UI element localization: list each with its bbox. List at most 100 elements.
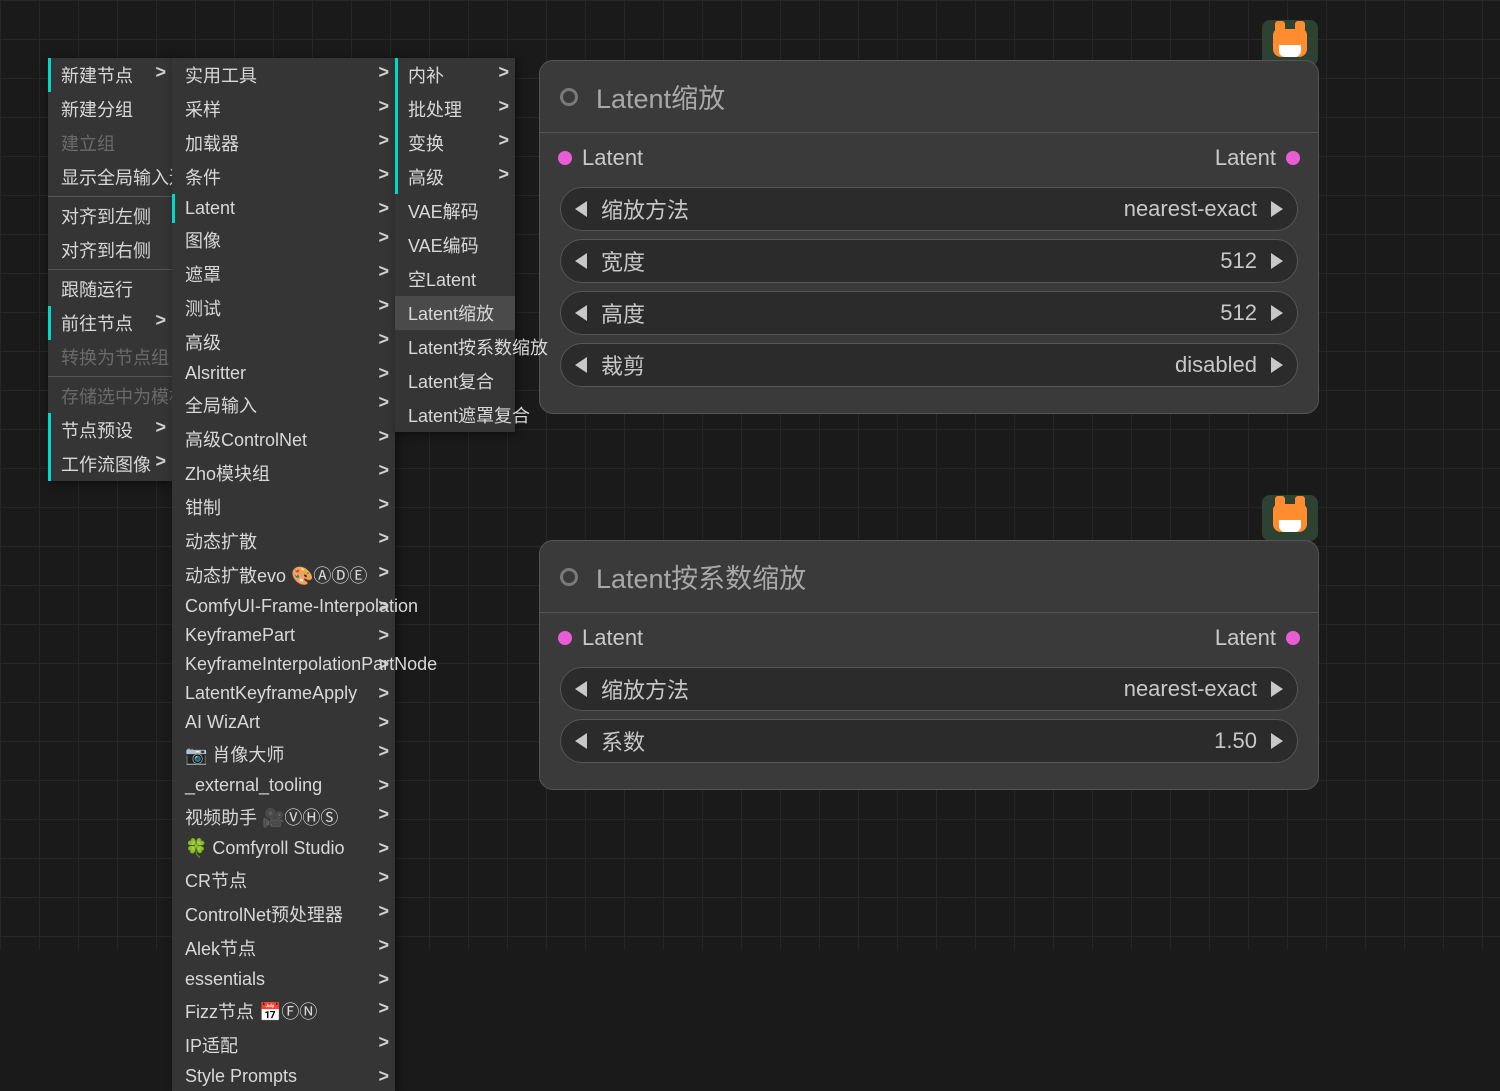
- widget-value: 512: [1220, 300, 1257, 326]
- node-header[interactable]: Latent按系数缩放: [540, 541, 1318, 613]
- chevron-left-icon[interactable]: [575, 253, 587, 269]
- chevron-left-icon[interactable]: [575, 733, 587, 749]
- menu-item[interactable]: KeyframePart: [172, 621, 395, 650]
- menu-item[interactable]: 动态扩散evo 🎨ⒶⒹⒺ: [172, 558, 395, 592]
- menu-item[interactable]: AI WizArt: [172, 708, 395, 737]
- chevron-right-icon[interactable]: [1271, 305, 1283, 321]
- collapse-dot-icon[interactable]: [560, 88, 578, 106]
- widget-label: 缩放方法: [601, 193, 689, 225]
- menu-item[interactable]: 测试: [172, 291, 395, 325]
- widget-value: 1.50: [1214, 728, 1257, 754]
- menu-item[interactable]: Latent缩放: [395, 296, 515, 330]
- menu-item[interactable]: Alsritter: [172, 359, 395, 388]
- separator: [48, 376, 172, 377]
- menu-item[interactable]: Latent按系数缩放: [395, 330, 515, 364]
- menu-item[interactable]: 钳制: [172, 490, 395, 524]
- widget-缩放方法[interactable]: 缩放方法 nearest-exact: [560, 667, 1298, 711]
- widget-label: 裁剪: [601, 349, 645, 381]
- widget-value: nearest-exact: [1124, 676, 1257, 702]
- menu-item[interactable]: KeyframeInterpolationPartNode: [172, 650, 395, 679]
- menu-item[interactable]: Latent遮罩复合: [395, 398, 515, 432]
- menu-item[interactable]: IP适配: [172, 1028, 395, 1062]
- menu-item[interactable]: 高级ControlNet: [172, 422, 395, 456]
- chevron-left-icon[interactable]: [575, 681, 587, 697]
- menu-item[interactable]: 遮罩: [172, 257, 395, 291]
- menu-item[interactable]: 全局输入: [172, 388, 395, 422]
- menu-item[interactable]: 高级: [395, 160, 515, 194]
- menu-item[interactable]: LatentKeyframeApply: [172, 679, 395, 708]
- node-latent-scale-by[interactable]: Latent按系数缩放 Latent Latent 缩放方法 nearest-ex…: [539, 540, 1319, 790]
- menu-item[interactable]: 批处理: [395, 92, 515, 126]
- menu-item: 建立组: [48, 126, 172, 160]
- chevron-right-icon[interactable]: [1271, 253, 1283, 269]
- chevron-right-icon[interactable]: [1271, 733, 1283, 749]
- widget-value: 512: [1220, 248, 1257, 274]
- menu-item[interactable]: 实用工具: [172, 58, 395, 92]
- menu-item[interactable]: CR节点: [172, 863, 395, 897]
- menu-item[interactable]: essentials: [172, 965, 395, 994]
- context-menu-2[interactable]: 实用工具采样加载器条件Latent图像遮罩测试高级Alsritter全局输入高级…: [172, 58, 395, 1091]
- input-port-latent[interactable]: Latent: [558, 625, 643, 651]
- node-title: Latent按系数缩放: [596, 557, 806, 596]
- menu-item[interactable]: 前往节点: [48, 306, 172, 340]
- collapse-dot-icon[interactable]: [560, 568, 578, 586]
- widget-宽度[interactable]: 宽度512: [560, 239, 1298, 283]
- menu-item: 存储选中为模板: [48, 379, 172, 413]
- menu-item[interactable]: 📷 肖像大师: [172, 737, 395, 771]
- context-menu-1[interactable]: 新建节点新建分组建立组显示全局输入连线对齐到左侧对齐到右侧跟随运行前往节点转换为…: [48, 58, 172, 481]
- chevron-right-icon[interactable]: [1271, 201, 1283, 217]
- widget-裁剪[interactable]: 裁剪 disabled: [560, 343, 1298, 387]
- menu-item[interactable]: 新建分组: [48, 92, 172, 126]
- separator: [48, 196, 172, 197]
- menu-item[interactable]: VAE编码: [395, 228, 515, 262]
- node-latent-scale[interactable]: Latent缩放 Latent Latent 缩放方法 nearest-exact…: [539, 60, 1319, 414]
- menu-item[interactable]: 高级: [172, 325, 395, 359]
- menu-item[interactable]: 🍀 Comfyroll Studio: [172, 834, 395, 863]
- widget-value: nearest-exact: [1124, 196, 1257, 222]
- menu-item[interactable]: 采样: [172, 92, 395, 126]
- menu-item: 转换为节点组: [48, 340, 172, 374]
- widget-label: 缩放方法: [601, 673, 689, 705]
- menu-item[interactable]: Latent复合: [395, 364, 515, 398]
- widget-系数[interactable]: 系数1.50: [560, 719, 1298, 763]
- menu-item[interactable]: 加载器: [172, 126, 395, 160]
- chevron-right-icon[interactable]: [1271, 681, 1283, 697]
- menu-item[interactable]: 工作流图像: [48, 447, 172, 481]
- menu-item[interactable]: 新建节点: [48, 58, 172, 92]
- menu-item[interactable]: Zho模块组: [172, 456, 395, 490]
- menu-item[interactable]: 图像: [172, 223, 395, 257]
- chevron-left-icon[interactable]: [575, 357, 587, 373]
- menu-item[interactable]: _external_tooling: [172, 771, 395, 800]
- output-port-latent[interactable]: Latent: [1215, 625, 1300, 651]
- fox-icon: [1262, 495, 1318, 541]
- chevron-right-icon[interactable]: [1271, 357, 1283, 373]
- menu-item[interactable]: VAE解码: [395, 194, 515, 228]
- menu-item[interactable]: Latent: [172, 194, 395, 223]
- node-header[interactable]: Latent缩放: [540, 61, 1318, 133]
- menu-item[interactable]: 对齐到左侧: [48, 199, 172, 233]
- menu-item[interactable]: 动态扩散: [172, 524, 395, 558]
- menu-item[interactable]: 视频助手 🎥ⓋⒽⓈ: [172, 800, 395, 834]
- menu-item[interactable]: 节点预设: [48, 413, 172, 447]
- menu-item[interactable]: 显示全局输入连线: [48, 160, 172, 194]
- widget-高度[interactable]: 高度 512: [560, 291, 1298, 335]
- chevron-left-icon[interactable]: [575, 201, 587, 217]
- menu-item[interactable]: 跟随运行: [48, 272, 172, 306]
- menu-item[interactable]: 空Latent: [395, 262, 515, 296]
- context-menu-3[interactable]: 内补批处理变换高级VAE解码VAE编码空LatentLatent缩放Latent…: [395, 58, 515, 432]
- menu-item[interactable]: Fizz节点 📅ⒻⓃ: [172, 994, 395, 1028]
- widget-value: disabled: [1175, 352, 1257, 378]
- output-port-latent[interactable]: Latent: [1215, 145, 1300, 171]
- menu-item[interactable]: Style Prompts: [172, 1062, 395, 1091]
- menu-item[interactable]: 对齐到右侧: [48, 233, 172, 267]
- widget-缩放方法[interactable]: 缩放方法 nearest-exact: [560, 187, 1298, 231]
- chevron-left-icon[interactable]: [575, 305, 587, 321]
- menu-item[interactable]: 变换: [395, 126, 515, 160]
- menu-item[interactable]: 内补: [395, 58, 515, 92]
- menu-item[interactable]: Alek节点: [172, 931, 395, 965]
- input-port-latent[interactable]: Latent: [558, 145, 643, 171]
- menu-item[interactable]: 条件: [172, 160, 395, 194]
- menu-item[interactable]: ControlNet预处理器: [172, 897, 395, 931]
- menu-item[interactable]: ComfyUI-Frame-Interpolation: [172, 592, 395, 621]
- widget-label: 高度: [601, 297, 645, 329]
